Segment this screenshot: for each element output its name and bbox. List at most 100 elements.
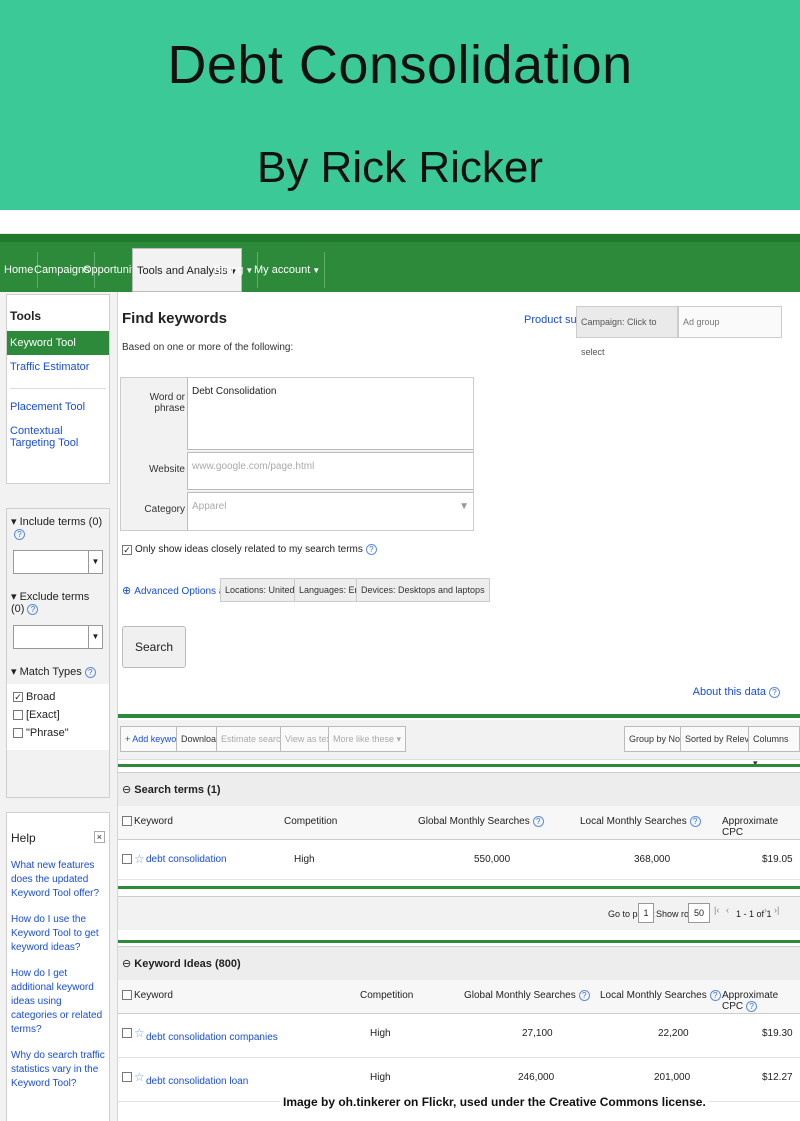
help-icon[interactable]: ? xyxy=(746,1001,758,1012)
help-icon[interactable]: ? xyxy=(14,528,25,540)
sidebar-item-contextual-targeting-tool[interactable]: Contextual Targeting Tool xyxy=(7,419,109,455)
match-type-broad[interactable]: ✓ Broad xyxy=(7,688,109,706)
checkbox-checked-icon[interactable]: ✓ xyxy=(122,544,132,555)
first-page-icon[interactable]: |‹ xyxy=(714,905,719,915)
top-strip xyxy=(0,210,800,234)
checkbox-icon[interactable] xyxy=(122,1072,132,1083)
keyword-ideas-heading[interactable]: ⊖ Keyword Ideas (800) xyxy=(118,946,800,980)
nav-my-account[interactable]: My account ▼ xyxy=(250,252,326,288)
search-terms-heading[interactable]: ⊖ Search terms (1) xyxy=(118,772,800,806)
word-or-phrase-label: Word or phrase xyxy=(149,392,185,414)
checkbox-icon[interactable] xyxy=(122,1028,132,1039)
help-icon[interactable]: ? xyxy=(769,686,780,698)
divider xyxy=(118,886,800,889)
col-keyword[interactable]: Keyword xyxy=(134,990,173,1001)
sidebar-item-placement-tool[interactable]: Placement Tool xyxy=(7,395,109,419)
prev-page-icon[interactable]: ‹ xyxy=(726,905,729,915)
exclude-terms-heading[interactable]: ▾ Exclude terms (0)? xyxy=(7,584,109,621)
help-link-new-features[interactable]: What new features does the updated Keywo… xyxy=(7,853,109,907)
main-content: Find keywords Based on one or more of th… xyxy=(118,292,800,1121)
checkbox-checked-icon[interactable]: ✓ xyxy=(13,692,23,703)
help-icon[interactable]: ? xyxy=(689,816,701,827)
ad-group-selector[interactable]: Ad group xyxy=(678,306,782,338)
website-input[interactable]: www.google.com/page.html xyxy=(187,452,473,490)
include-terms-input[interactable]: ▼ xyxy=(13,550,103,574)
chevron-down-icon: ▼ xyxy=(459,501,469,512)
keyword-ideas-title: Keyword Ideas (800) xyxy=(134,958,241,970)
help-icon[interactable]: ? xyxy=(84,666,96,678)
global-searches-cell: 27,100 xyxy=(522,1028,553,1039)
help-icon[interactable]: ? xyxy=(532,816,544,827)
sidebar-item-traffic-estimator[interactable]: Traffic Estimator xyxy=(7,355,109,379)
global-searches-cell: 246,000 xyxy=(518,1072,555,1083)
help-title: Help xyxy=(11,831,36,845)
local-searches-cell: 201,000 xyxy=(654,1072,691,1083)
category-select[interactable]: Apparel ▼ xyxy=(187,492,473,530)
global-searches-cell: 550,000 xyxy=(474,854,511,865)
col-keyword[interactable]: Keyword xyxy=(134,816,173,827)
more-like-these-button[interactable]: More like these ▾ xyxy=(328,726,407,752)
search-button[interactable]: Search xyxy=(122,626,186,668)
help-icon[interactable]: ? xyxy=(27,603,39,615)
competition-cell: High xyxy=(370,1072,391,1083)
about-this-data-link[interactable]: About this data? xyxy=(693,686,780,698)
columns-button[interactable]: Columns ▾ xyxy=(748,726,800,768)
match-type-exact[interactable]: [Exact] xyxy=(7,706,109,724)
campaign-selector[interactable]: Campaign: Click to select xyxy=(576,306,678,357)
help-link-additional-ideas[interactable]: How do I get additional keyword ideas us… xyxy=(7,961,109,1043)
checkbox-icon[interactable] xyxy=(122,854,132,865)
results-toolbar: + Add keywords Download ▾ Estimate searc… xyxy=(118,720,800,768)
match-type-phrase[interactable]: "Phrase" xyxy=(7,724,109,742)
col-competition[interactable]: Competition xyxy=(284,816,337,827)
table-row: ☆ debt consolidation companies High 27,1… xyxy=(118,1014,800,1058)
checkbox-icon[interactable] xyxy=(122,990,132,1001)
chevron-down-icon[interactable]: ▼ xyxy=(88,626,102,648)
col-local-searches[interactable]: Local Monthly Searches? xyxy=(580,816,701,827)
col-global-searches[interactable]: Global Monthly Searches? xyxy=(464,990,590,1001)
col-competition[interactable]: Competition xyxy=(360,990,413,1001)
checkbox-icon[interactable] xyxy=(13,710,23,721)
device-chip[interactable]: Devices: Desktops and laptops xyxy=(356,578,490,602)
exclude-terms-input[interactable]: ▼ xyxy=(13,625,103,649)
page-subtitle: Based on one or more of the following: xyxy=(122,342,294,353)
keyword-cell[interactable]: debt consolidation xyxy=(146,854,227,865)
checkbox-icon[interactable] xyxy=(13,728,23,739)
help-link-how-to-use[interactable]: How do I use the Keyword Tool to get key… xyxy=(7,907,109,961)
more-like-these-label: More like these xyxy=(333,734,395,744)
website-label: Website xyxy=(149,464,185,475)
cpc-cell: $12.27 xyxy=(762,1072,793,1083)
col-global-label: Global Monthly Searches xyxy=(464,990,576,1002)
rows-select[interactable]: 50 xyxy=(688,903,710,923)
star-icon[interactable]: ☆ xyxy=(134,1070,145,1084)
include-terms-heading[interactable]: ▾ Include terms (0)? xyxy=(7,509,109,546)
col-global-searches[interactable]: Global Monthly Searches? xyxy=(418,816,544,827)
divider xyxy=(118,764,800,767)
checkbox-icon[interactable] xyxy=(122,816,132,827)
col-local-searches[interactable]: Local Monthly Searches? xyxy=(600,990,721,1001)
collapse-icon[interactable]: ⊖ xyxy=(122,958,134,970)
collapse-icon[interactable]: × xyxy=(93,831,105,843)
page-input[interactable]: 1 xyxy=(638,903,654,923)
star-icon[interactable]: ☆ xyxy=(134,1026,145,1040)
divider xyxy=(10,379,106,389)
word-or-phrase-input[interactable]: Debt Consolidation xyxy=(187,378,473,450)
local-searches-cell: 368,000 xyxy=(634,854,671,865)
help-icon[interactable]: ? xyxy=(578,990,590,1001)
keyword-cell[interactable]: debt consolidation loan xyxy=(146,1076,248,1087)
collapse-icon[interactable]: ⊖ xyxy=(122,784,134,796)
help-link-traffic-statistics[interactable]: Why do search traffic statistics vary in… xyxy=(7,1043,109,1097)
last-page-icon[interactable]: ›| xyxy=(774,905,779,915)
keyword-cell[interactable]: debt consolidation companies xyxy=(146,1032,278,1043)
col-cpc[interactable]: Approximate CPC xyxy=(722,816,800,838)
search-terms-title: Search terms (1) xyxy=(134,784,221,796)
category-placeholder: Apparel xyxy=(192,501,227,512)
star-icon[interactable]: ☆ xyxy=(134,852,145,866)
chevron-down-icon[interactable]: ▼ xyxy=(88,551,102,573)
match-types-heading[interactable]: ▾ Match Types? xyxy=(7,659,109,684)
col-cpc[interactable]: Approximate CPC? xyxy=(722,990,800,1012)
sidebar-item-keyword-tool[interactable]: Keyword Tool xyxy=(7,331,109,355)
only-show-related-option[interactable]: ✓ Only show ideas closely related to my s… xyxy=(122,544,377,555)
help-icon[interactable]: ? xyxy=(365,544,377,555)
next-page-icon[interactable]: › xyxy=(764,905,767,915)
help-icon[interactable]: ? xyxy=(709,990,721,1001)
